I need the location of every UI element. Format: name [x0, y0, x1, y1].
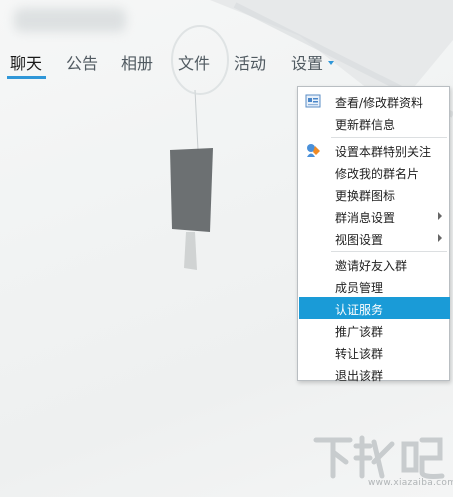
submenu-arrow-icon [438, 212, 442, 220]
active-tab-indicator [7, 76, 46, 79]
tab-album[interactable]: 相册 [121, 50, 153, 74]
menu-item-transfer-group[interactable]: 转让该群 [299, 341, 450, 363]
tab-activity[interactable]: 活动 [234, 50, 266, 74]
menu-item-label: 转让该群 [335, 347, 384, 361]
menu-item-view-settings[interactable]: 视图设置 [299, 227, 450, 249]
menu-item-label: 群消息设置 [335, 211, 396, 225]
watermark-logo [313, 435, 445, 479]
tab-announcement[interactable]: 公告 [66, 50, 98, 74]
tab-chat-label: 聊天 [10, 54, 43, 73]
menu-item-label: 修改我的群名片 [335, 167, 420, 181]
menu-item-label: 推广该群 [335, 325, 384, 339]
menu-item-label: 退出该群 [335, 369, 384, 383]
menu-separator [331, 137, 447, 138]
blurred-group-title [14, 8, 126, 32]
menu-item-label: 视图设置 [335, 233, 384, 247]
tab-chat[interactable]: 聊天 [10, 50, 42, 74]
watermark-url: www.xiazaiba.com [368, 478, 453, 488]
menu-item-label: 邀请好友入群 [335, 259, 408, 273]
menu-item-member-management[interactable]: 成员管理 [299, 275, 450, 297]
menu-item-label: 更新群信息 [335, 118, 396, 132]
submenu-arrow-icon [438, 234, 442, 242]
menu-item-promote-group[interactable]: 推广该群 [299, 319, 450, 341]
group-card-icon [305, 94, 321, 108]
menu-item-label: 查看/修改群资料 [335, 96, 424, 110]
menu-item-label: 设置本群特别关注 [335, 145, 432, 159]
menu-item-certification-service[interactable]: 认证服务 [299, 297, 450, 319]
tab-album-label: 相册 [121, 54, 154, 73]
menu-item-refresh-group-info[interactable]: 更新群信息 [299, 112, 450, 134]
menu-item-edit-my-group-card[interactable]: 修改我的群名片 [299, 161, 450, 183]
tab-bar: 聊天 公告 相册 文件 活动 设置 [0, 46, 453, 82]
settings-dropdown-menu: 查看/修改群资料 更新群信息 设置本群特别关注 修改我的群名片 更换群图标 群消… [297, 86, 450, 383]
menu-item-message-settings[interactable]: 群消息设置 [299, 205, 450, 227]
menu-item-special-attention[interactable]: 设置本群特别关注 [299, 139, 450, 161]
tab-activity-label: 活动 [234, 54, 267, 73]
menu-item-quit-group[interactable]: 退出该群 [299, 363, 450, 385]
menu-item-label: 更换群图标 [335, 189, 396, 203]
tab-files-label: 文件 [178, 54, 211, 73]
tab-announcement-label: 公告 [66, 54, 99, 73]
tab-settings[interactable]: 设置 [291, 50, 335, 74]
menu-item-change-group-icon[interactable]: 更换群图标 [299, 183, 450, 205]
menu-item-label: 成员管理 [335, 281, 384, 295]
tab-settings-label: 设置 [291, 54, 324, 73]
tab-files[interactable]: 文件 [178, 50, 210, 74]
menu-separator [331, 251, 447, 252]
menu-item-invite-friends[interactable]: 邀请好友入群 [299, 253, 450, 275]
chevron-down-icon [328, 60, 335, 65]
special-attention-icon [307, 144, 320, 157]
menu-item-label: 认证服务 [335, 303, 384, 317]
menu-item-view-edit-group-info[interactable]: 查看/修改群资料 [299, 90, 450, 112]
